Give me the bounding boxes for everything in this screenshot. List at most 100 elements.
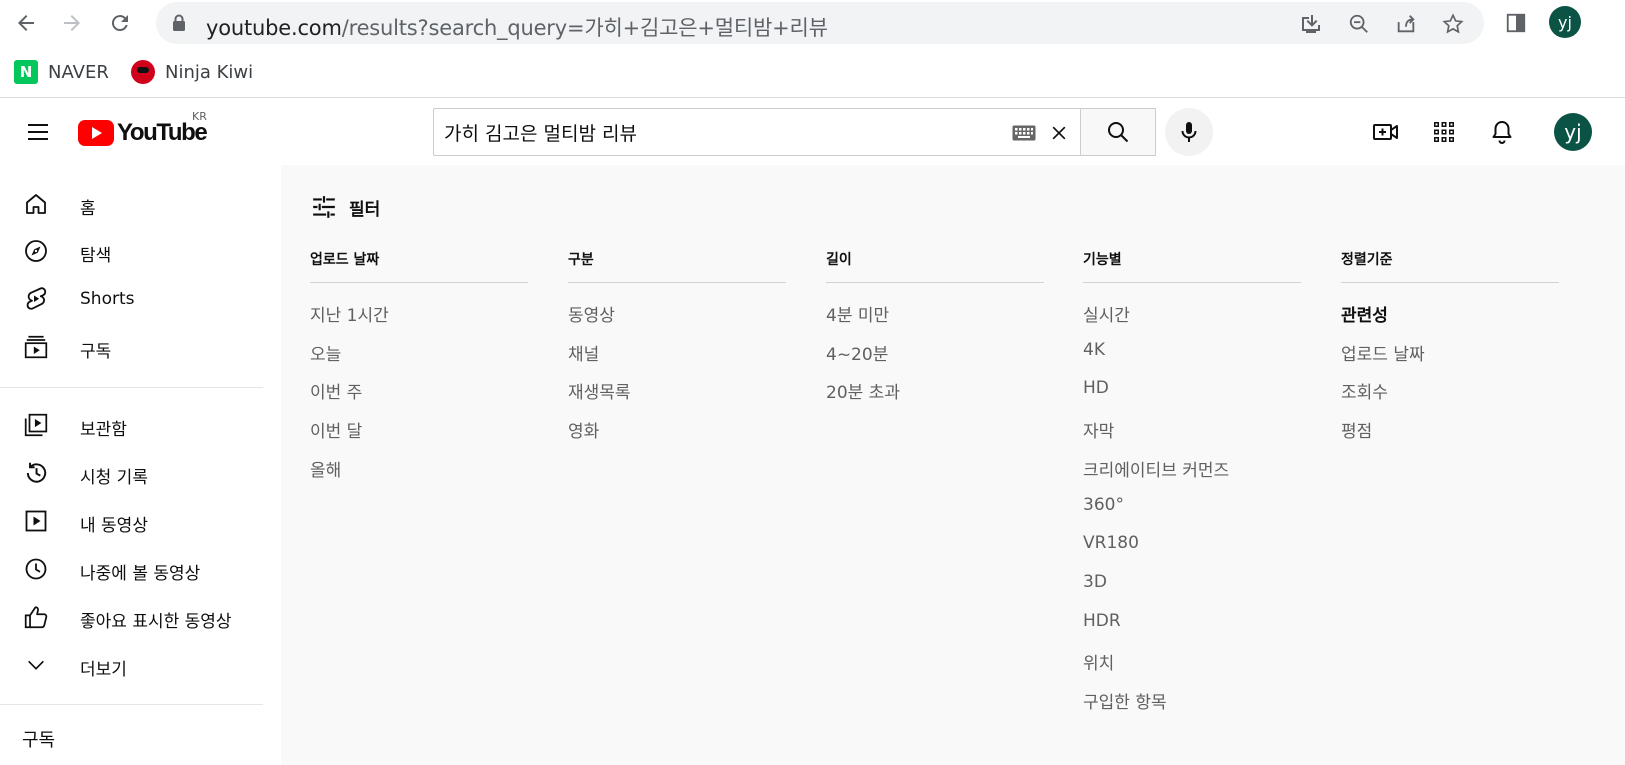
- close-icon: [1052, 126, 1066, 140]
- sidebar-item-subscriptions[interactable]: 구독: [0, 325, 264, 369]
- notifications-button[interactable]: [1485, 115, 1519, 149]
- account-avatar[interactable]: yj: [1554, 113, 1592, 151]
- side-panel-icon: [1506, 13, 1526, 33]
- filter-column-divider: [826, 282, 1044, 283]
- filter-option[interactable]: 영화: [568, 417, 599, 442]
- search-input[interactable]: 가히 김고은 멀티밤 리뷰: [433, 108, 1081, 156]
- star-icon: [1442, 13, 1464, 34]
- search-button[interactable]: [1080, 108, 1156, 156]
- filter-option[interactable]: 지난 1시간: [310, 301, 389, 326]
- filter-option[interactable]: 조회수: [1341, 378, 1388, 403]
- url-path: /results?search_query=가히+김고은+멀티밤+리뷰: [341, 16, 828, 40]
- filter-option[interactable]: 관련성: [1341, 301, 1388, 326]
- youtube-play-logo-icon: [78, 120, 114, 146]
- filter-option[interactable]: 올해: [310, 456, 341, 481]
- sidebar-item-shorts[interactable]: Shorts: [0, 277, 264, 321]
- filter-column-title: 기능별: [1083, 252, 1122, 268]
- filter-option[interactable]: 채널: [568, 340, 599, 365]
- share-button[interactable]: [1393, 11, 1419, 37]
- filter-option[interactable]: 실시간: [1083, 301, 1130, 326]
- guide-sidebar: 홈 탐색 Shorts 구독 보관함 시청 기록 내 동영상 나중에 볼 동영상…: [0, 165, 270, 765]
- filter-option[interactable]: 3D: [1083, 572, 1107, 592]
- filter-option[interactable]: 위치: [1083, 649, 1114, 674]
- filter-option[interactable]: 4K: [1083, 340, 1105, 360]
- create-video-button[interactable]: [1369, 115, 1403, 149]
- filter-option[interactable]: 동영상: [568, 301, 615, 326]
- subscriptions-icon: [22, 333, 50, 361]
- search-query-text: 가히 김고은 멀티밤 리뷰: [444, 123, 637, 145]
- filter-toggle-button[interactable]: 필터: [311, 194, 380, 220]
- sidebar-item-liked-videos[interactable]: 좋아요 표시한 동영상: [0, 595, 264, 639]
- apps-button[interactable]: [1427, 115, 1461, 149]
- sidebar-item-history[interactable]: 시청 기록: [0, 451, 264, 495]
- filter-option[interactable]: HD: [1083, 378, 1109, 398]
- search-icon: [1108, 122, 1129, 143]
- filter-option[interactable]: 이번 달: [310, 417, 362, 442]
- ninja-kiwi-logo-icon: [131, 60, 155, 84]
- filter-column-upload-date: 업로드 날짜 지난 1시간오늘이번 주이번 달올해: [310, 249, 528, 481]
- bookmark-star-button[interactable]: [1440, 11, 1466, 37]
- bookmark-ninja-kiwi[interactable]: Ninja Kiwi: [131, 60, 253, 84]
- bookmark-naver[interactable]: N NAVER: [14, 60, 109, 84]
- youtube-home-logo[interactable]: YouTube: [78, 119, 208, 147]
- microphone-icon: [1181, 122, 1197, 142]
- my-videos-icon: [22, 507, 50, 535]
- filter-option[interactable]: 4분 미만: [826, 301, 889, 326]
- filter-option[interactable]: 자막: [1083, 417, 1114, 442]
- filter-column-divider: [568, 282, 786, 283]
- bookmark-label: Ninja Kiwi: [165, 61, 254, 83]
- filter-column-duration: 길이 4분 미만 4~20분 20분 초과: [826, 249, 1044, 403]
- sidebar-item-show-more[interactable]: 더보기: [0, 643, 264, 687]
- install-app-button[interactable]: [1298, 11, 1324, 37]
- reload-button[interactable]: [104, 7, 136, 39]
- side-panel-button[interactable]: [1500, 7, 1532, 39]
- filter-option[interactable]: 구입한 항목: [1083, 688, 1167, 713]
- filter-option[interactable]: VR180: [1083, 533, 1139, 553]
- sidebar-item-home[interactable]: 홈: [0, 182, 264, 226]
- filter-option[interactable]: 크리에이티브 커먼즈: [1083, 456, 1229, 481]
- filter-column-features: 기능별 실시간 4K HD 자막크리에이티브 커먼즈 360° VR180 3D HDR 위치구…: [1083, 249, 1301, 713]
- sidebar-item-label: 보관함: [80, 420, 127, 440]
- keyboard-icon[interactable]: [1012, 125, 1036, 141]
- filter-option[interactable]: 평점: [1341, 417, 1372, 442]
- home-icon: [22, 190, 50, 218]
- sidebar-item-label: 홈: [80, 199, 96, 219]
- youtube-masthead: YouTube KR 가히 김고은 멀티밤 리뷰 yj: [0, 99, 1625, 165]
- filter-column-title: 정렬기준: [1341, 252, 1393, 268]
- watch-later-icon: [22, 555, 50, 583]
- sidebar-item-my-videos[interactable]: 내 동영상: [0, 499, 264, 543]
- filter-column-title: 업로드 날짜: [310, 252, 380, 268]
- youtube-wordmark: YouTube: [117, 119, 208, 146]
- library-icon: [22, 411, 50, 439]
- filter-option[interactable]: 20분 초과: [826, 378, 900, 403]
- clear-search-button[interactable]: [1046, 120, 1072, 146]
- install-icon: [1302, 15, 1320, 33]
- filter-option[interactable]: HDR: [1083, 611, 1121, 631]
- address-bar[interactable]: youtube.com/results?search_query=가히+김고은+…: [156, 2, 1484, 44]
- sidebar-item-library[interactable]: 보관함: [0, 403, 264, 447]
- country-code: KR: [192, 110, 207, 123]
- filter-column-type: 구분 동영상 채널 재생목록 영화: [568, 249, 786, 442]
- filter-option[interactable]: 오늘: [310, 340, 341, 365]
- sidebar-divider: [0, 387, 263, 388]
- forward-button[interactable]: [56, 7, 88, 39]
- filter-option[interactable]: 이번 주: [310, 378, 362, 403]
- zoom-button[interactable]: [1346, 11, 1372, 37]
- filter-option[interactable]: 4~20분: [826, 340, 888, 365]
- filter-column-divider: [1341, 282, 1559, 283]
- filter-column-sort-by: 정렬기준 관련성업로드 날짜조회수평점: [1341, 249, 1559, 442]
- filter-option[interactable]: 업로드 날짜: [1341, 340, 1425, 365]
- back-button[interactable]: [10, 7, 42, 39]
- voice-search-button[interactable]: [1165, 108, 1213, 156]
- filter-column-divider: [1083, 282, 1301, 283]
- sidebar-item-label: 구독: [80, 342, 112, 362]
- sidebar-item-watch-later[interactable]: 나중에 볼 동영상: [0, 547, 264, 591]
- filter-option[interactable]: 재생목록: [568, 378, 631, 403]
- search-filter-panel: 필터 업로드 날짜 지난 1시간 오늘 이번 주 이번 달 올해 구분 동영상 채널 재생목…: [281, 165, 1625, 765]
- guide-menu-button[interactable]: [20, 114, 56, 150]
- browser-profile-avatar[interactable]: yj: [1549, 6, 1581, 38]
- sidebar-item-label: Shorts: [80, 289, 135, 309]
- url-text: youtube.com/results?search_query=가히+김고은+…: [206, 12, 828, 42]
- sidebar-item-explore[interactable]: 탐색: [0, 229, 264, 273]
- filter-option[interactable]: 360°: [1083, 495, 1124, 515]
